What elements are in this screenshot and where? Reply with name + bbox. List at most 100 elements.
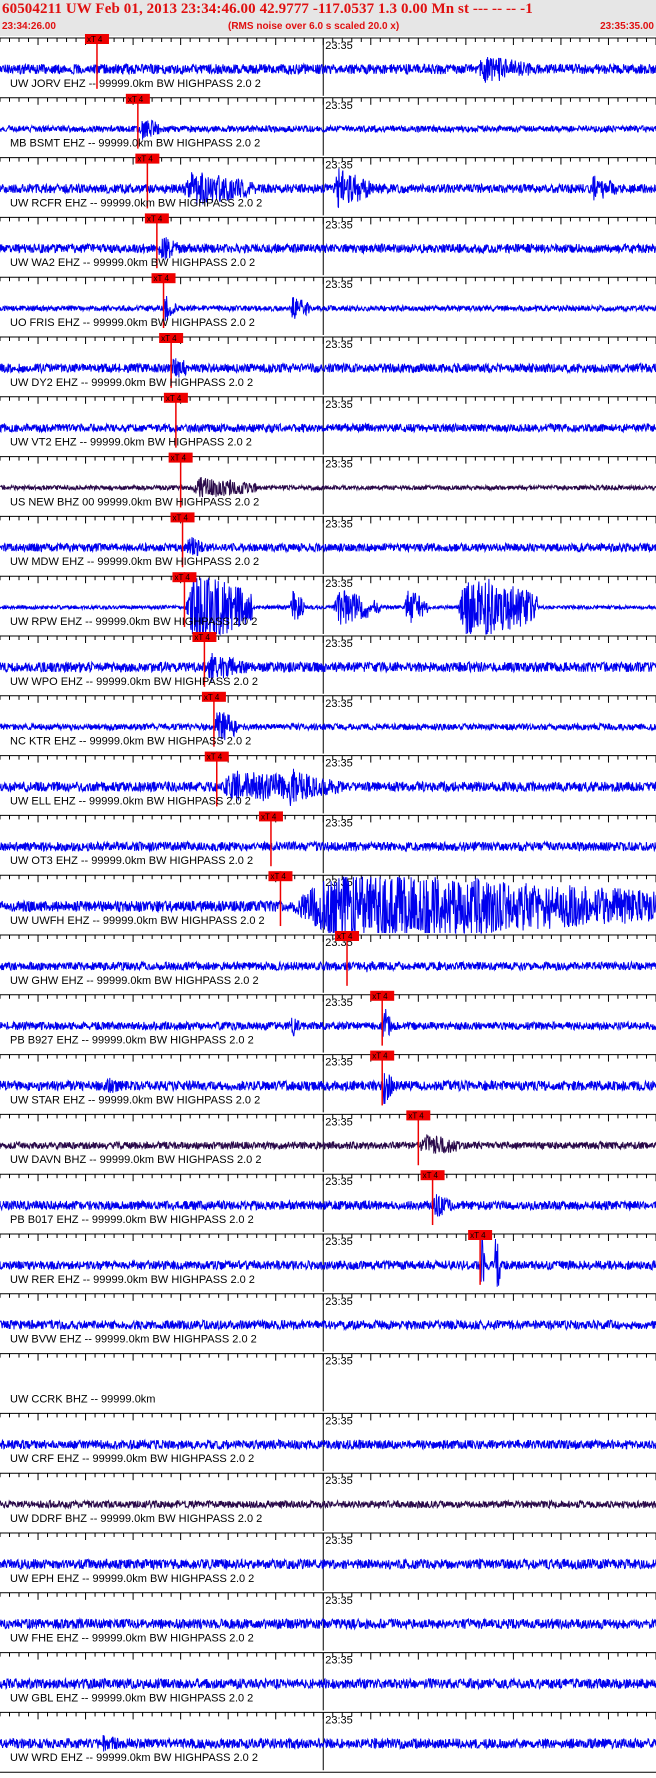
waveform-trace <box>0 537 656 557</box>
pick-label: xT 4 <box>470 1231 486 1240</box>
pick-label: xT 4 <box>261 812 277 821</box>
channel-panel: 23:35 xT 4 NC KTR EHZ -- 99999.0km BW HIGH… <box>0 691 656 754</box>
channel-panel: 23:35 xT 4 PB B017 EHZ -- 99999.0km BW HIG… <box>0 1170 656 1232</box>
waveform-trace <box>0 1008 656 1037</box>
pick-label: xT 4 <box>166 394 182 403</box>
waveform-trace <box>0 1617 656 1631</box>
minute-label: 23:35 <box>325 758 353 770</box>
waveform-trace <box>0 1498 656 1510</box>
waveform-trace <box>0 358 656 378</box>
station-label: UW MDW EHZ -- 99999.0km BW HIGHPASS 2.0 … <box>10 556 259 568</box>
pick-label: xT 4 <box>137 155 153 164</box>
pick-label: xT 4 <box>337 932 353 941</box>
waveform-trace <box>0 1318 656 1332</box>
minute-label: 23:35 <box>325 1595 353 1607</box>
channel-panel: 23:35 xT 4 MB BSMT EHZ -- 99999.0km BW HIG… <box>0 93 656 156</box>
minute-label: 23:35 <box>325 638 353 650</box>
pick-label: xT 4 <box>270 872 286 881</box>
pick-label: xT 4 <box>128 95 144 104</box>
channel-panel: 23:35 xT 4 UW JORV EHZ -- 99999.0km BW HIG… <box>0 34 656 96</box>
channel-panel: 23:35 xT 4 UW STAR EHZ -- 99999.0km BW HIG… <box>0 1050 656 1113</box>
channel-panel: 23:35 UW FHE EHZ -- 99999.0km BW HIGHPASS… <box>0 1592 656 1651</box>
pick-label: xT 4 <box>372 992 388 1001</box>
station-label: UW WPO EHZ -- 99999.0km BW HIGHPASS 2.0 … <box>10 676 258 688</box>
channel-panel: 23:35 UW CRF EHZ -- 99999.0km BW HIGHPASS… <box>0 1412 656 1472</box>
channel-panel: 23:35 xT 4 US NEW BHZ 00 99999.0km BW HIGH… <box>0 452 656 515</box>
channel-panel: 23:35xT 4UW GHW EHZ -- 99999.0km BW HIGH… <box>0 931 656 993</box>
channel-panel: 23:35 xT 4 UO FRIS EHZ -- 99999.0km BW HIG… <box>0 273 656 335</box>
channel-panel: 23:35 xT 4 UW WA2 EHZ -- 99999.0km BW HIGH… <box>0 213 656 276</box>
channel-panel: 23:35 xT 4 UW VT2 EHZ -- 99999.0km BW HIGH… <box>0 392 656 455</box>
station-label: UW JORV EHZ -- 99999.0km BW HIGHPASS 2.0… <box>10 78 261 90</box>
channel-panel: 23:35xT 4UW UWFH EHZ -- 99999.0km BW HIG… <box>0 871 656 935</box>
channel-panel: 23:35 xT 4 UW ELL EHZ -- 99999.0km BW HIGH… <box>0 751 656 814</box>
waveform-trace <box>0 1734 656 1752</box>
pick-label: xT 4 <box>408 1111 424 1120</box>
minute-label: 23:35 <box>325 1535 353 1547</box>
minute-label: 23:35 <box>325 1176 353 1188</box>
pick-label: xT 4 <box>423 1171 439 1180</box>
station-label: UO FRIS EHZ -- 99999.0km BW HIGHPASS 2.0… <box>10 317 255 329</box>
minute-label: 23:35 <box>325 997 353 1009</box>
minute-label: 23:35 <box>325 339 353 351</box>
station-label: UW CRF EHZ -- 99999.0km BW HIGHPASS 2.0 … <box>10 1453 254 1465</box>
channel-panel: 23:35 UW GBL EHZ -- 99999.0km BW HIGHPASS… <box>0 1652 656 1711</box>
minute-label: 23:35 <box>325 1655 353 1667</box>
minute-label: 23:35 <box>325 219 353 231</box>
channel-panel: 23:35 UW DDRF BHZ -- 99999.0km BW HIGHPAS… <box>0 1472 656 1531</box>
station-label: UW GHW EHZ -- 99999.0km BW HIGHPASS 2.0 … <box>10 975 259 987</box>
station-label: PB B017 EHZ -- 99999.0km BW HIGHPASS 2.0… <box>10 1214 254 1226</box>
station-label: UW RCFR EHZ -- 99999.0km BW HIGHPASS 2.0… <box>10 197 262 209</box>
station-label: UW FHE EHZ -- 99999.0km BW HIGHPASS 2.0 … <box>10 1633 254 1645</box>
pick-label: xT 4 <box>207 753 223 762</box>
channel-panel: 23:35 xT 4 UW DAVN BHZ -- 99999.0km BW HIG… <box>0 1110 656 1173</box>
waveform-trace <box>0 960 656 973</box>
station-label: UW GBL EHZ -- 99999.0km BW HIGHPASS 2.0 … <box>10 1692 253 1704</box>
minute-label: 23:35 <box>325 817 353 829</box>
waveform-trace <box>0 1438 656 1451</box>
channel-panel: 23:35 xT 4 UW DY2 EHZ -- 99999.0km BW HIGH… <box>0 333 656 395</box>
channel-panel: 23:35 xT 4 UW OT3 EHZ -- 99999.0km BW HIGH… <box>0 811 656 874</box>
seismogram-chart: 23:35 xT 4 UW JORV EHZ -- 99999.0km BW HIG… <box>0 34 656 1773</box>
waveform-trace <box>0 840 656 853</box>
station-label: PB B927 EHZ -- 99999.0km BW HIGHPASS 2.0… <box>10 1035 254 1047</box>
station-label: UW RER EHZ -- 99999.0km BW HIGHPASS 2.0 … <box>10 1274 255 1286</box>
waveform-trace <box>0 1676 656 1691</box>
minute-label: 23:35 <box>325 40 353 52</box>
station-label: UW DAVN BHZ -- 99999.0km BW HIGHPASS 2.0… <box>10 1154 261 1166</box>
channel-panel: 23:35 UW CCRK BHZ -- 99999.0km <box>0 1353 656 1412</box>
station-label: UW VT2 EHZ -- 99999.0km BW HIGHPASS 2.0 … <box>10 437 252 449</box>
pick-label: xT 4 <box>173 513 189 522</box>
channel-panel: 23:35 UW BVW EHZ -- 99999.0km BW HIGHPASS… <box>0 1293 656 1352</box>
pick-label: xT 4 <box>372 1052 388 1061</box>
station-label: UW UWFH EHZ -- 99999.0km BW HIGHPASS 2.0… <box>10 915 265 927</box>
pick-label: xT 4 <box>171 454 187 463</box>
channel-panel: 23:35 xT 4 PB B927 EHZ -- 99999.0km BW HIG… <box>0 990 656 1053</box>
channel-panel: 23:35 xT 4 UW WPO EHZ -- 99999.0km BW HIGH… <box>0 632 656 694</box>
minute-label: 23:35 <box>325 1236 353 1248</box>
channel-panel: 23:35 xT 4 UW RER EHZ -- 99999.0km BW HIGH… <box>0 1230 656 1292</box>
waveform-trace <box>0 1557 656 1571</box>
channel-panel: 23:35xT 4UW RCFR EHZ -- 99999.0km BW HIG… <box>0 153 656 216</box>
channel-panel: 23:35 UW WRD EHZ -- 99999.0km BW HIGHPASS… <box>0 1711 656 1771</box>
station-label: US NEW BHZ 00 99999.0km BW HIGHPASS 2.0 … <box>10 496 259 508</box>
station-label: UW OT3 EHZ -- 99999.0km BW HIGHPASS 2.0 … <box>10 855 253 867</box>
station-label: MB BSMT EHZ -- 99999.0km BW HIGHPASS 2.0… <box>10 138 260 150</box>
minute-label: 23:35 <box>325 578 353 590</box>
station-label: UW DY2 EHZ -- 99999.0km BW HIGHPASS 2.0 … <box>10 377 253 389</box>
minute-label: 23:35 <box>325 518 353 530</box>
station-label: UW DDRF BHZ -- 99999.0km BW HIGHPASS 2.0… <box>10 1513 262 1525</box>
station-label: UW RPW EHZ -- 99999.0km BW HIGHPASS 2.0 … <box>10 616 257 628</box>
channel-panel: 23:35 xT 4 UW RPW EHZ -- 99999.0km BW HIGH… <box>0 572 656 636</box>
minute-label: 23:35 <box>325 1057 353 1069</box>
station-label: UW CCRK BHZ -- 99999.0km <box>10 1393 155 1405</box>
minute-label: 23:35 <box>325 100 353 112</box>
station-label: UW WRD EHZ -- 99999.0km BW HIGHPASS 2.0 … <box>10 1752 258 1764</box>
waveform-trace <box>0 1134 656 1154</box>
minute-label: 23:35 <box>325 1415 353 1427</box>
waveform-trace <box>0 477 656 498</box>
pick-label: xT 4 <box>194 633 210 642</box>
minute-label: 23:35 <box>325 399 353 411</box>
pick-label: xT 4 <box>154 274 170 283</box>
minute-label: 23:35 <box>325 1714 353 1726</box>
